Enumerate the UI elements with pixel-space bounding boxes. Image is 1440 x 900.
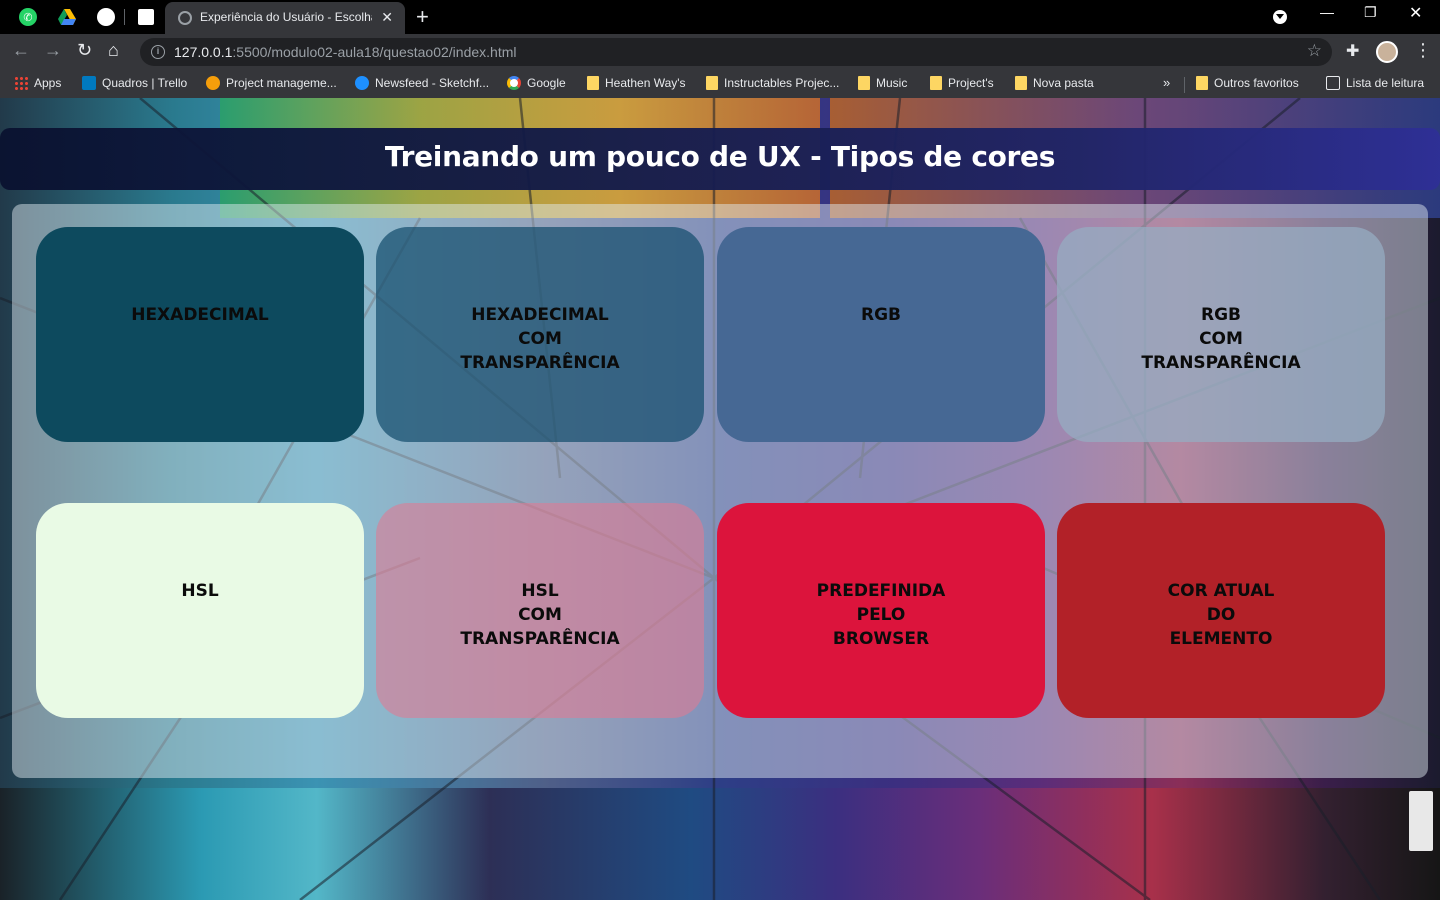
tab-strip: ✆ Experiência do Usuário - Escolha ✕ + —… bbox=[0, 0, 1440, 34]
page-viewport: Treinando um pouco de UX - Tipos de core… bbox=[0, 98, 1440, 900]
page-title: Treinando um pouco de UX - Tipos de core… bbox=[384, 140, 1056, 173]
tab-title: Experiência do Usuário - Escolha bbox=[200, 10, 372, 24]
trello-icon bbox=[82, 76, 96, 90]
back-button[interactable]: ← bbox=[12, 40, 30, 61]
google-drive-icon bbox=[58, 9, 76, 25]
card-label: HEXADECIMAL bbox=[131, 305, 269, 325]
extensions-puzzle-icon[interactable]: ✚ bbox=[1346, 41, 1359, 61]
apps-grid-icon bbox=[14, 76, 28, 90]
address-bar[interactable]: i 127.0.0.1:5500/modulo02-aula18/questao… bbox=[140, 38, 1332, 66]
card-label: COR ATUAL DO ELEMENTO bbox=[1167, 581, 1275, 649]
color-card-currentcolor: COR ATUAL DO ELEMENTO bbox=[1057, 503, 1385, 718]
reading-list-icon bbox=[1326, 76, 1340, 90]
bookmark-nova-pasta[interactable]: Nova pasta bbox=[1015, 76, 1094, 90]
card-label: HEXADECIMAL COM TRANSPARÊNCIA bbox=[460, 305, 620, 373]
window-close-button[interactable]: ✕ bbox=[1409, 3, 1422, 23]
reload-button[interactable]: ↻ bbox=[77, 40, 92, 61]
color-card-hexadecimal-transparent: HEXADECIMAL COM TRANSPARÊNCIA bbox=[376, 227, 704, 442]
bookmark-star-icon[interactable]: ☆ bbox=[1307, 41, 1322, 61]
minimize-button[interactable]: — bbox=[1320, 4, 1334, 20]
reading-list[interactable]: Lista de leitura bbox=[1326, 76, 1424, 90]
card-label: PREDEFINIDA PELO BROWSER bbox=[816, 581, 946, 649]
bookmark-sketchfab[interactable]: Newsfeed - Sketchf... bbox=[355, 76, 489, 90]
folder-icon bbox=[1196, 76, 1208, 90]
new-tab-button[interactable]: + bbox=[416, 4, 429, 30]
close-icon[interactable]: ✕ bbox=[381, 9, 393, 26]
bookmark-label: Heathen Way's bbox=[605, 76, 686, 90]
card-label: HSL bbox=[181, 581, 219, 601]
active-tab[interactable]: Experiência do Usuário - Escolha ✕ bbox=[165, 2, 405, 34]
pinned-tab[interactable] bbox=[136, 7, 156, 27]
bookmark-label: Apps bbox=[34, 76, 62, 90]
google-icon bbox=[507, 76, 521, 90]
bookmark-label: Project manageme... bbox=[226, 76, 337, 90]
kebab-menu-icon[interactable]: ⋮ bbox=[1414, 40, 1432, 61]
bookmarks-divider bbox=[1184, 77, 1185, 93]
folder-icon bbox=[930, 76, 942, 90]
globe-icon bbox=[178, 11, 192, 25]
bookmark-projects[interactable]: Project's bbox=[930, 76, 994, 90]
folder-icon bbox=[1015, 76, 1027, 90]
h-icon bbox=[206, 76, 220, 90]
card-label: RGB bbox=[860, 305, 901, 325]
home-button[interactable]: ⌂ bbox=[108, 40, 119, 61]
whatsapp-icon: ✆ bbox=[19, 8, 37, 26]
folder-icon bbox=[858, 76, 870, 90]
bookmarks-bar: Apps Quadros | Trello Project manageme..… bbox=[0, 70, 1440, 98]
folder-icon bbox=[587, 76, 599, 90]
github-pinned-tab[interactable] bbox=[96, 7, 116, 27]
drive-pinned-tab[interactable] bbox=[57, 7, 77, 27]
bookmark-label: Nova pasta bbox=[1033, 76, 1094, 90]
bookmark-heathen-ways[interactable]: Heathen Way's bbox=[587, 76, 686, 90]
bookmark-label: Instructables Projec... bbox=[724, 76, 840, 90]
whatsapp-pinned-tab[interactable]: ✆ bbox=[18, 7, 38, 27]
tab-divider bbox=[124, 9, 125, 25]
tab-search-icon[interactable] bbox=[1273, 10, 1287, 24]
bookmark-label: Project's bbox=[948, 76, 994, 90]
url-path: :5500/modulo02-aula18/questao02/index.ht… bbox=[232, 44, 517, 60]
color-card-hsl-transparent: HSL COM TRANSPARÊNCIA bbox=[376, 503, 704, 718]
sketchfab-icon bbox=[355, 76, 369, 90]
url-text[interactable]: 127.0.0.1:5500/modulo02-aula18/questao02… bbox=[174, 44, 517, 60]
bookmark-project-management[interactable]: Project manageme... bbox=[206, 76, 337, 90]
bookmark-label: Lista de leitura bbox=[1346, 76, 1425, 90]
page-icon bbox=[138, 9, 154, 25]
url-host: 127.0.0.1 bbox=[174, 44, 233, 60]
scrollbar-thumb[interactable] bbox=[1409, 791, 1433, 851]
color-card-rgb: RGB bbox=[717, 227, 1045, 442]
bookmark-instructables[interactable]: Instructables Projec... bbox=[706, 76, 839, 90]
card-label: RGB COM TRANSPARÊNCIA bbox=[1141, 305, 1301, 373]
color-card-hsl: HSL bbox=[36, 503, 364, 718]
bookmark-label: Music bbox=[876, 76, 908, 90]
bookmark-google[interactable]: Google bbox=[507, 76, 566, 90]
profile-avatar[interactable] bbox=[1376, 41, 1398, 63]
bookmarks-overflow-button[interactable]: » bbox=[1163, 75, 1170, 90]
forward-button[interactable]: → bbox=[44, 40, 62, 61]
color-card-predefined: PREDEFINIDA PELO BROWSER bbox=[717, 503, 1045, 718]
card-label: HSL COM TRANSPARÊNCIA bbox=[460, 581, 620, 649]
bookmark-music[interactable]: Music bbox=[858, 76, 907, 90]
bookmark-apps[interactable]: Apps bbox=[14, 76, 61, 90]
restore-button[interactable]: ❐ bbox=[1364, 4, 1377, 21]
bookmark-label: Newsfeed - Sketchf... bbox=[375, 76, 490, 90]
color-card-hexadecimal: HEXADECIMAL bbox=[36, 227, 364, 442]
bookmark-label: Google bbox=[527, 76, 566, 90]
color-card-rgb-transparent: RGB COM TRANSPARÊNCIA bbox=[1057, 227, 1385, 442]
github-icon bbox=[97, 8, 115, 26]
browser-toolbar: ← → ↻ ⌂ i 127.0.0.1:5500/modulo02-aula18… bbox=[0, 34, 1440, 70]
bookmark-trello[interactable]: Quadros | Trello bbox=[82, 76, 187, 90]
bookmark-label: Outros favoritos bbox=[1214, 76, 1299, 90]
bookmark-outros-favoritos[interactable]: Outros favoritos bbox=[1196, 76, 1299, 90]
folder-icon bbox=[706, 76, 718, 90]
bookmark-label: Quadros | Trello bbox=[102, 76, 188, 90]
site-info-icon[interactable]: i bbox=[151, 45, 165, 59]
